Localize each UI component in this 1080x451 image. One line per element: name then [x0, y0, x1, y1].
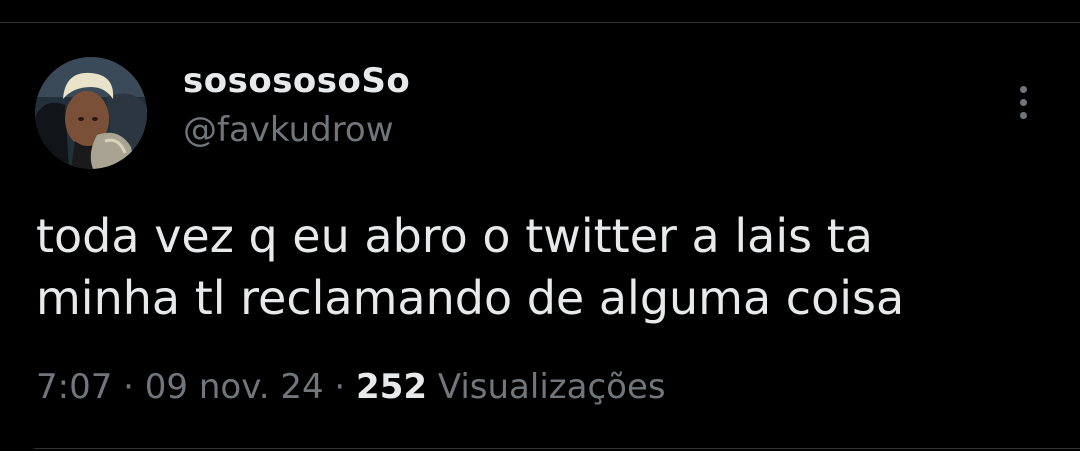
views-count[interactable]: 252	[356, 367, 427, 407]
more-options-icon[interactable]	[1006, 80, 1042, 124]
user-info: sosososoSo @favkudrow	[183, 60, 410, 150]
more-dot	[1020, 86, 1027, 93]
meta-separator: ·	[334, 367, 346, 407]
tweet-card: sosososoSo @favkudrow toda vez q eu abro…	[0, 0, 1080, 451]
tweet-text-line: toda vez q eu abro o twitter a lais ta	[36, 209, 873, 263]
tweet-date[interactable]: 09 nov. 24	[145, 367, 324, 407]
user-handle[interactable]: @favkudrow	[183, 110, 410, 150]
meta-separator: ·	[123, 367, 134, 407]
tweet-time[interactable]: 7:07	[36, 367, 112, 407]
display-name[interactable]: sosososoSo	[183, 60, 410, 102]
bottom-divider	[34, 448, 1080, 449]
more-dot	[1020, 99, 1027, 106]
profile-photo-avatar	[35, 57, 147, 169]
top-divider	[0, 22, 1080, 23]
tweet-text-line: minha tl reclamando de alguma coisa	[36, 271, 905, 325]
views-label[interactable]: Visualizações	[438, 367, 666, 407]
tweet-meta: 7:07 · 09 nov. 24 · 252 Visualizações	[36, 363, 666, 411]
more-dot	[1020, 112, 1027, 119]
avatar[interactable]	[35, 57, 147, 169]
tweet-text: toda vez q eu abro o twitter a lais ta m…	[36, 205, 1046, 329]
